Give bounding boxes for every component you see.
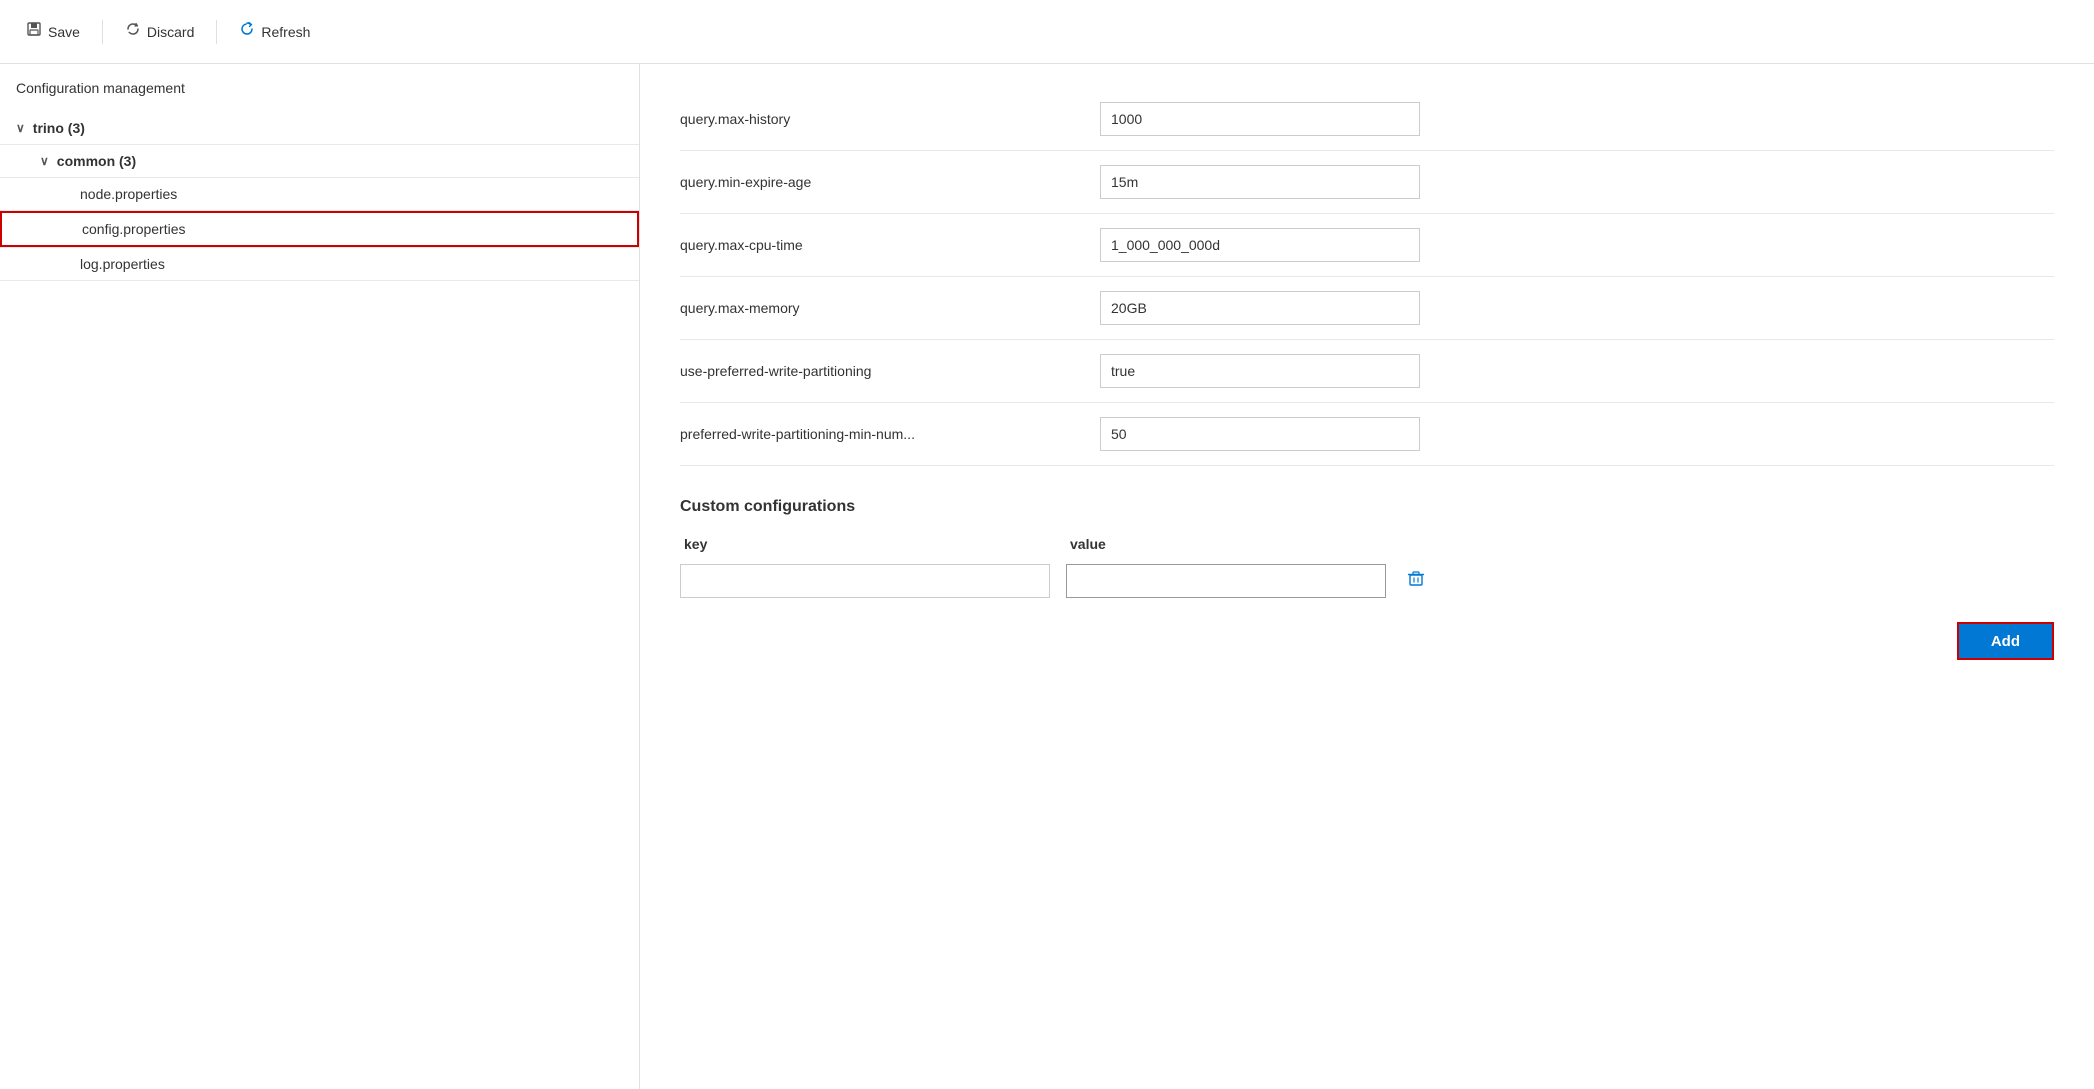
save-label: Save — [48, 24, 80, 40]
config-row-0: query.max-history — [680, 88, 2054, 151]
tree-item-node-properties[interactable]: node.properties — [0, 178, 639, 210]
config-label-2: query.max-cpu-time — [680, 237, 1100, 253]
config-label-1: query.min-expire-age — [680, 174, 1100, 190]
chevron-icon: ∨ — [16, 121, 25, 135]
tree-label-trino: trino (3) — [33, 120, 85, 136]
value-column-header: value — [1066, 536, 1386, 552]
save-icon — [26, 21, 42, 42]
config-input-1[interactable] — [1100, 165, 1420, 199]
right-panel: query.max-history query.min-expire-age q… — [640, 64, 2094, 1089]
config-row-4: use-preferred-write-partitioning — [680, 340, 2054, 403]
refresh-label: Refresh — [261, 24, 310, 40]
discard-button[interactable]: Discard — [115, 15, 204, 48]
refresh-icon — [239, 21, 255, 42]
toolbar-divider — [102, 20, 103, 44]
discard-icon — [125, 21, 141, 42]
config-label-0: query.max-history — [680, 111, 1100, 127]
delete-row-button-0[interactable] — [1402, 565, 1430, 597]
tree-item-common[interactable]: ∨ common (3) — [0, 145, 639, 177]
tree-label-node-properties: node.properties — [80, 186, 177, 202]
tree-item-log-properties[interactable]: log.properties — [0, 248, 639, 280]
tree-item-trino[interactable]: ∨ trino (3) — [0, 112, 639, 144]
custom-value-input-0[interactable] — [1066, 564, 1386, 598]
sidebar: Configuration management ∨ trino (3) ∨ c… — [0, 64, 640, 1089]
add-btn-row: Add — [680, 622, 2054, 684]
tree-label-log-properties: log.properties — [80, 256, 165, 272]
refresh-button[interactable]: Refresh — [229, 15, 320, 48]
key-column-header: key — [680, 536, 1050, 552]
tree-label-config-properties: config.properties — [82, 221, 186, 237]
custom-config-title: Custom configurations — [680, 498, 2054, 516]
tree-label-common: common (3) — [57, 153, 136, 169]
config-input-5[interactable] — [1100, 417, 1420, 451]
config-input-0[interactable] — [1100, 102, 1420, 136]
config-row-2: query.max-cpu-time — [680, 214, 2054, 277]
save-button[interactable]: Save — [16, 15, 90, 48]
tree-separator-5 — [0, 280, 639, 281]
config-row-5: preferred-write-partitioning-min-num... — [680, 403, 2054, 466]
config-row-3: query.max-memory — [680, 277, 2054, 340]
config-input-2[interactable] — [1100, 228, 1420, 262]
custom-config-headers: key value — [680, 536, 2054, 552]
custom-config-section: Custom configurations key value — [680, 498, 2054, 684]
toolbar: Save Discard Refresh — [0, 0, 2094, 64]
config-input-4[interactable] — [1100, 354, 1420, 388]
custom-config-row-0 — [680, 564, 2054, 598]
tree-item-config-properties[interactable]: config.properties — [0, 211, 639, 247]
sidebar-title: Configuration management — [0, 80, 639, 112]
chevron-icon-common: ∨ — [40, 154, 49, 168]
config-label-5: preferred-write-partitioning-min-num... — [680, 426, 1100, 442]
toolbar-divider-2 — [216, 20, 217, 44]
config-input-3[interactable] — [1100, 291, 1420, 325]
trash-icon — [1406, 569, 1426, 589]
discard-label: Discard — [147, 24, 194, 40]
add-button[interactable]: Add — [1957, 622, 2054, 660]
config-label-3: query.max-memory — [680, 300, 1100, 316]
config-label-4: use-preferred-write-partitioning — [680, 363, 1100, 379]
custom-key-input-0[interactable] — [680, 564, 1050, 598]
config-row-1: query.min-expire-age — [680, 151, 2054, 214]
main-content: Configuration management ∨ trino (3) ∨ c… — [0, 64, 2094, 1089]
